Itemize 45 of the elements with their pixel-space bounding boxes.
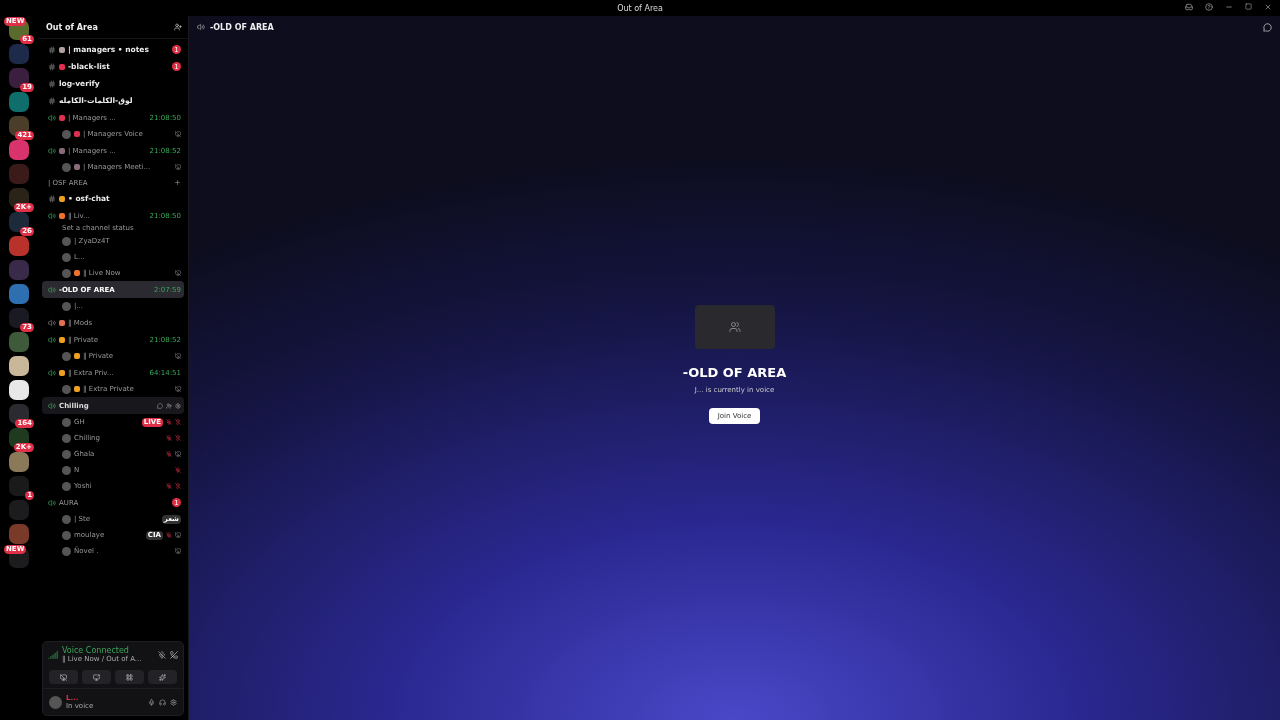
chat-icon[interactable]	[1263, 22, 1272, 32]
hash-icon	[48, 79, 56, 88]
speaker-icon	[197, 23, 205, 31]
avatar-icon	[62, 162, 71, 172]
screen-share-icon	[93, 673, 100, 681]
server-icon[interactable]	[9, 188, 29, 208]
server-name[interactable]: Out of Area	[46, 22, 170, 32]
server-icon[interactable]	[9, 356, 29, 376]
headphones-icon[interactable]	[159, 698, 166, 706]
chat-icon[interactable]	[157, 402, 163, 409]
server-icon[interactable]	[9, 428, 29, 448]
invite-icon[interactable]	[174, 23, 182, 31]
hash-icon	[48, 194, 56, 203]
hash-icon	[48, 62, 56, 71]
server-icon[interactable]	[9, 380, 29, 400]
window-title: Out of Area	[617, 3, 663, 13]
mic-icon[interactable]	[148, 698, 155, 706]
avatar-icon	[62, 129, 71, 139]
settings-icon[interactable]	[170, 698, 177, 706]
avatar-icon	[49, 695, 62, 709]
screen-share-button[interactable]	[82, 670, 111, 684]
hash-icon	[48, 96, 56, 105]
add-icon[interactable]	[174, 179, 181, 186]
voice-status: Voice Connected	[62, 646, 130, 655]
settings-icon[interactable]	[175, 402, 181, 409]
channel-title: -OLD OF AREA	[210, 22, 275, 32]
user-icon	[728, 320, 741, 333]
soundboard-button[interactable]	[148, 670, 177, 684]
grid-icon	[126, 673, 133, 681]
avatar-icon	[62, 351, 71, 361]
disconnect-icon[interactable]	[170, 650, 178, 659]
sparkles-icon	[159, 673, 166, 681]
close-icon[interactable]	[1264, 3, 1272, 11]
channel-heading: -OLD OF AREA	[682, 364, 787, 380]
help-icon[interactable]	[1205, 3, 1213, 11]
inbox-icon[interactable]	[1185, 3, 1193, 11]
maximize-icon[interactable]	[1245, 3, 1252, 10]
signal-icon	[48, 649, 58, 660]
avatar-icon	[62, 301, 71, 311]
invite-icon[interactable]	[166, 402, 172, 409]
camera-off-icon	[60, 673, 67, 681]
activity-button[interactable]	[115, 670, 144, 684]
camera-button[interactable]	[49, 670, 78, 684]
avatar-icon	[62, 384, 71, 394]
hash-icon	[48, 45, 56, 54]
